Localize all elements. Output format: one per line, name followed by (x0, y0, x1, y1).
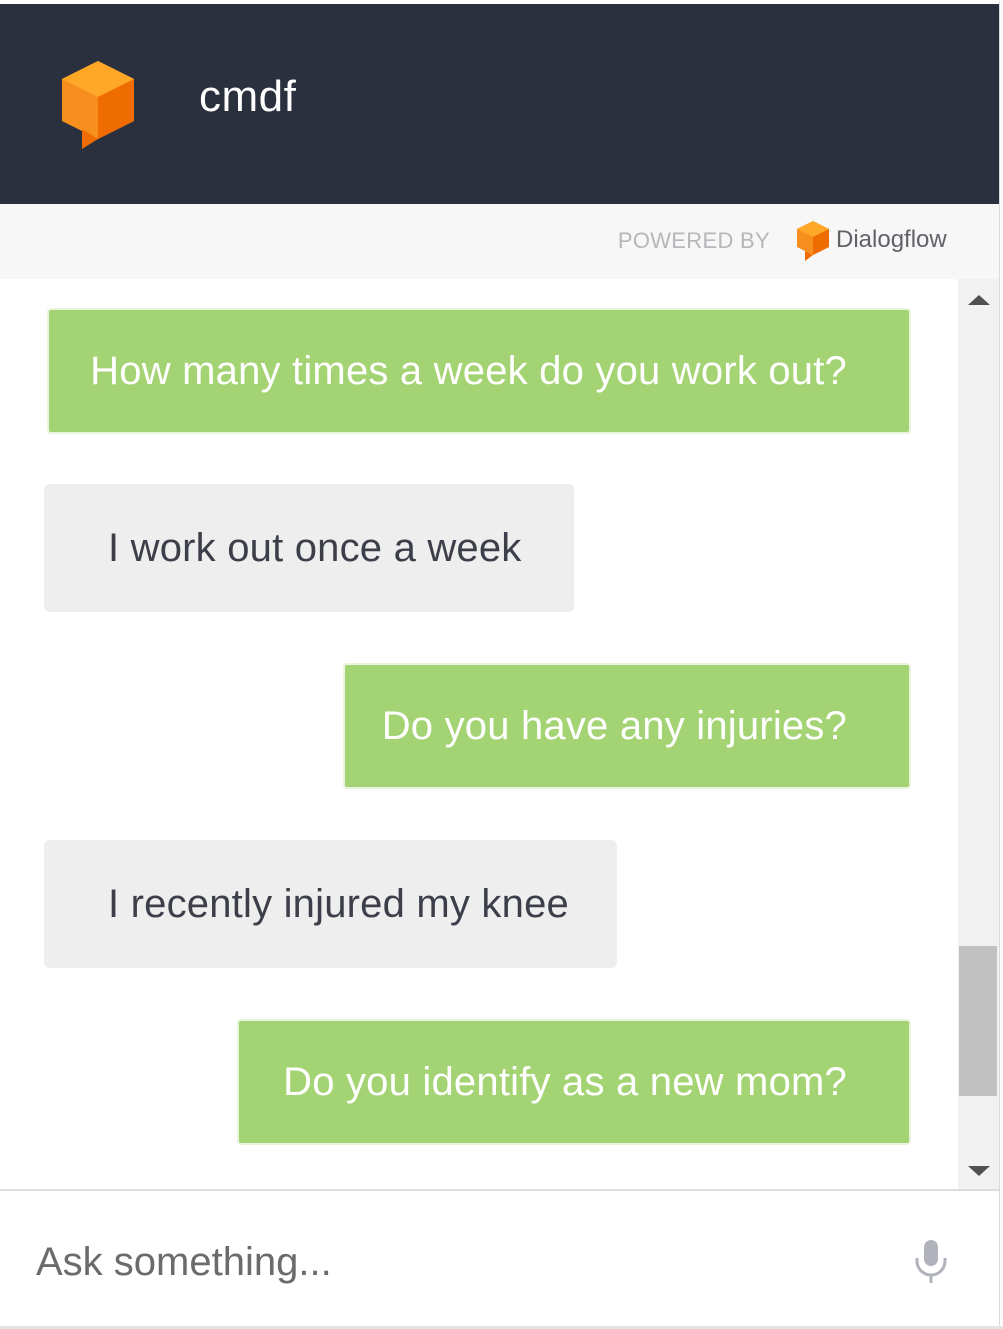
bot-message: Do you identify as a new mom? (237, 1019, 911, 1145)
dialogflow-logo-icon (797, 221, 829, 261)
dialogflow-brand-name: Dialogflow (836, 226, 947, 253)
chat-messages: How many times a week do you work out? I… (0, 279, 958, 1190)
scroll-down-arrow-icon[interactable] (968, 1166, 990, 1176)
agent-title: cmdf (199, 72, 297, 121)
user-message: I recently injured my knee (44, 840, 617, 968)
scrollbar-thumb[interactable] (959, 946, 997, 1096)
chat-header: cmdf (0, 4, 999, 204)
dialogflow-agent-icon (62, 61, 134, 149)
ask-input[interactable] (36, 1234, 876, 1290)
microphone-icon[interactable] (912, 1238, 950, 1284)
chat-scrollbar[interactable] (958, 279, 999, 1190)
chat-widget: cmdf POWERED BY Dialogflow How many time… (0, 0, 1000, 1329)
bot-message: How many times a week do you work out? (47, 308, 911, 434)
bot-message: Do you have any injuries? (343, 663, 911, 789)
powered-by-label: POWERED BY (617, 228, 770, 253)
user-message: I work out once a week (44, 484, 574, 612)
scroll-up-arrow-icon[interactable] (968, 295, 990, 305)
